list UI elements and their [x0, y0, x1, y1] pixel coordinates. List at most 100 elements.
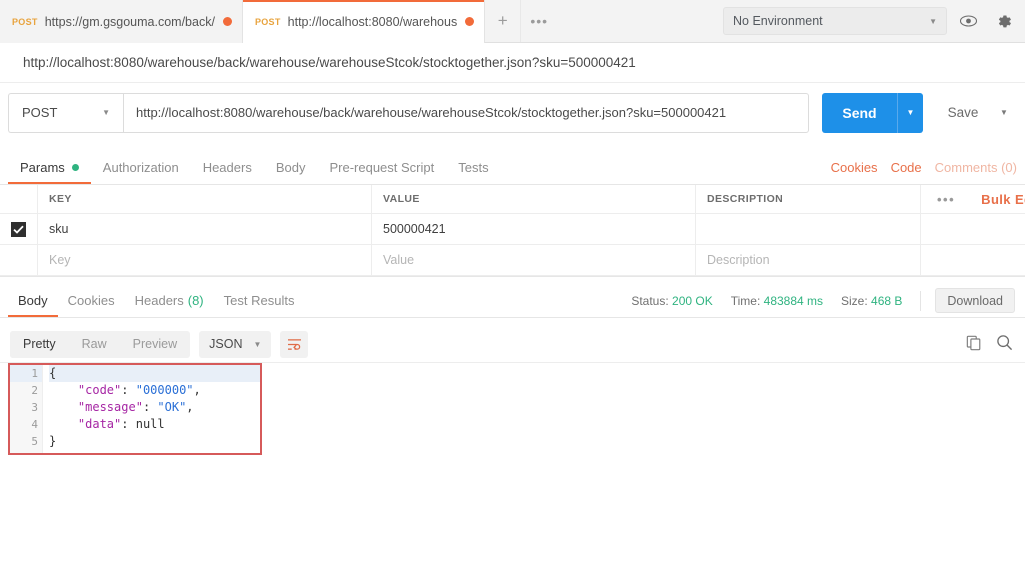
response-tab-body[interactable]: Body	[8, 284, 58, 317]
download-button[interactable]: Download	[935, 288, 1015, 313]
tab-options-button[interactable]: •••	[521, 0, 558, 42]
code-token: "data"	[77, 417, 122, 431]
url-input[interactable]: http://localhost:8080/warehouse/back/war…	[123, 92, 809, 133]
code-line: "data": null	[49, 416, 260, 433]
status-value: 200 OK	[672, 293, 713, 308]
code-token: :	[142, 400, 158, 414]
code-link[interactable]: Code	[891, 160, 922, 175]
word-wrap-icon[interactable]	[280, 330, 309, 358]
format-language-label: JSON	[209, 337, 243, 351]
response-headers-count: (8)	[187, 293, 204, 308]
code-token: ,	[193, 383, 201, 397]
eye-icon[interactable]	[953, 7, 983, 35]
format-raw-button[interactable]: Raw	[69, 331, 120, 358]
response-tab-headers-label: Headers	[134, 293, 184, 308]
row-key-input[interactable]: sku	[38, 214, 372, 245]
request-tabs-right-links: Cookies Code Comments (0)	[831, 150, 1025, 184]
request-tab-0[interactable]: POST https://gm.gsgouma.com/back/	[0, 0, 243, 43]
code-token: :	[121, 383, 136, 397]
save-button[interactable]: Save	[935, 93, 991, 133]
size-value: 468 B	[871, 293, 903, 308]
tab-params-label: Params	[20, 159, 65, 175]
response-tab-body-label: Body	[18, 293, 48, 308]
response-tab-cookies[interactable]: Cookies	[58, 284, 125, 317]
copy-icon[interactable]	[966, 335, 982, 354]
code-token: :	[121, 417, 136, 431]
line-number: 3	[31, 401, 38, 414]
format-pretty-button[interactable]: Pretty	[10, 330, 69, 358]
http-method-select[interactable]: POST ▼	[8, 92, 123, 133]
unsaved-dot-icon	[222, 17, 232, 26]
request-tab-1[interactable]: POST http://localhost:8080/warehous	[242, 0, 486, 43]
table-row-empty[interactable]: Key Value Description	[0, 245, 1025, 276]
params-header-tools: ••• Bulk Edit	[921, 185, 1025, 214]
code-line: }	[49, 433, 260, 450]
send-button[interactable]: Send	[822, 92, 897, 133]
code-line: "code": "000000",	[49, 382, 260, 399]
size-label: Size:	[841, 293, 868, 308]
environment-area: No Environment ▼	[713, 0, 1025, 42]
response-format-bar: Pretty Raw Preview JSON ▼	[0, 325, 1025, 363]
response-body-pane: 1 2 3 4 5 { "code": "000000", "message":…	[0, 363, 1025, 584]
line-number-gutter: 1 2 3 4 5	[10, 365, 43, 453]
format-preview-button[interactable]: Preview	[120, 331, 190, 358]
code-token: {	[49, 366, 57, 380]
send-options-button[interactable]: ▼	[897, 92, 923, 133]
gear-icon[interactable]	[989, 7, 1019, 35]
save-options-button[interactable]: ▼	[991, 93, 1017, 133]
header-value: VALUE	[372, 185, 696, 214]
row-description-input[interactable]	[696, 214, 921, 245]
tab-tests-label: Tests	[458, 159, 489, 175]
row-checkbox[interactable]	[11, 221, 26, 237]
tab-method-label: POST	[254, 16, 281, 27]
row-value-input[interactable]: 500000421	[372, 214, 696, 245]
tab-body[interactable]: Body	[264, 150, 318, 184]
search-icon[interactable]	[996, 334, 1013, 354]
response-tab-headers[interactable]: Headers (8)	[125, 284, 214, 317]
params-table: KEY VALUE DESCRIPTION ••• Bulk Edit sku …	[0, 185, 1025, 277]
response-json-code[interactable]: { "code": "000000", "message": "OK", "da…	[43, 365, 260, 453]
request-tab-bar: POST https://gm.gsgouma.com/back/ POST h…	[0, 0, 1025, 43]
format-language-select[interactable]: JSON ▼	[199, 330, 272, 358]
empty-key-input[interactable]: Key	[38, 245, 372, 276]
environment-select[interactable]: No Environment ▼	[723, 7, 947, 35]
row-checkbox-cell	[0, 214, 38, 245]
code-token: "OK"	[157, 400, 187, 414]
comments-link[interactable]: Comments (0)	[935, 160, 1017, 175]
empty-description-input[interactable]: Description	[696, 245, 921, 276]
header-description: DESCRIPTION	[696, 185, 921, 214]
tab-headers[interactable]: Headers	[191, 150, 264, 184]
response-tabs: Body Cookies Headers (8) Test Results St…	[0, 284, 1025, 318]
divider	[920, 290, 922, 311]
line-number: 4	[31, 418, 38, 431]
new-tab-button[interactable]: +	[485, 0, 522, 42]
http-method-label: POST	[22, 105, 58, 120]
params-present-dot-icon	[71, 163, 79, 171]
code-token: "message"	[77, 400, 143, 414]
code-line: {	[49, 365, 260, 382]
params-more-button[interactable]: •••	[937, 192, 955, 207]
tab-pre-request-script[interactable]: Pre-request Script	[317, 150, 446, 184]
postman-window: POST https://gm.gsgouma.com/back/ POST h…	[0, 0, 1025, 584]
empty-row-checkbox-cell	[0, 245, 38, 276]
tabbar-spacer	[557, 0, 713, 42]
cookies-link[interactable]: Cookies	[831, 160, 878, 175]
tab-params[interactable]: Params	[8, 150, 91, 184]
response-tab-cookies-label: Cookies	[67, 293, 115, 308]
format-bar-right-icons	[966, 334, 1025, 354]
tab-tests[interactable]: Tests	[446, 150, 500, 184]
table-row[interactable]: sku 500000421	[0, 214, 1025, 245]
bulk-edit-link[interactable]: Bulk Edit	[981, 192, 1025, 207]
status-label: Status:	[631, 293, 669, 308]
breadcrumb: http://localhost:8080/warehouse/back/war…	[0, 43, 1025, 83]
empty-value-input[interactable]: Value	[372, 245, 696, 276]
header-key: KEY	[38, 185, 372, 214]
response-json-highlight-box: 1 2 3 4 5 { "code": "000000", "message":…	[8, 363, 262, 455]
tab-authorization-label: Authorization	[102, 159, 179, 175]
tab-authorization[interactable]: Authorization	[91, 150, 191, 184]
chevron-down-icon: ▼	[929, 16, 937, 26]
response-tab-test-results[interactable]: Test Results	[214, 284, 305, 317]
time-value: 483884 ms	[763, 293, 824, 308]
